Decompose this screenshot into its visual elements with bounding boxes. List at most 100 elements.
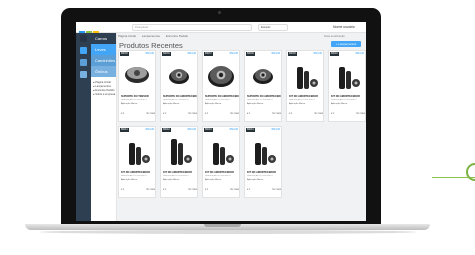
- product-code: 80041: [120, 128, 129, 132]
- view-more-link[interactable]: Ver mais: [272, 113, 281, 115]
- product-image[interactable]: [249, 57, 278, 93]
- product-description: DESCRIÇÃO DO PRODUTO: [289, 99, 315, 101]
- view-more-link[interactable]: Ver mais: [314, 113, 323, 115]
- favorite-icon[interactable]: ♥ 1: [247, 113, 250, 115]
- product-image[interactable]: [123, 57, 152, 93]
- product-image[interactable]: [333, 57, 362, 93]
- product-card[interactable]: 80037 R$ 0,00 SUPORTE DO AMORTECEDOR DESCRI…: [202, 50, 240, 122]
- card-footer: ♥ 1 Ver mais: [247, 189, 281, 191]
- view-more-link[interactable]: Ver mais: [188, 189, 197, 191]
- sidebar-link[interactable]: ● Encontre Pedido: [93, 89, 114, 92]
- product-card[interactable]: 80042 R$ 0,00 KIT DO AMORTECEDOR DESCRIÇÃO …: [160, 126, 198, 198]
- card-footer: ♥ 1 Ver mais: [163, 189, 197, 191]
- product-card[interactable]: 80036 R$ 0,00 SUPORTE DO AMORTECEDOR DESCRI…: [160, 50, 198, 122]
- sidebar-link[interactable]: ● Página Inicial: [93, 81, 111, 84]
- product-price: R$ 0,00: [145, 128, 154, 131]
- product-price: R$ 0,00: [271, 52, 280, 55]
- add-release-button[interactable]: + Lançamentos: [331, 41, 361, 47]
- product-image[interactable]: [165, 57, 194, 93]
- view-more-link[interactable]: Ver mais: [146, 113, 155, 115]
- product-price: R$ 0,00: [187, 52, 196, 55]
- product-image[interactable]: [291, 57, 320, 93]
- view-more-link[interactable]: Ver mais: [230, 189, 239, 191]
- product-title[interactable]: KIT DO AMORTECEDOR: [121, 171, 155, 174]
- product-image[interactable]: [207, 133, 236, 169]
- product-meta: Aplicação Marca: [247, 179, 264, 181]
- product-image[interactable]: [249, 133, 278, 169]
- truck-icon[interactable]: [80, 59, 87, 66]
- product-image[interactable]: [123, 133, 152, 169]
- product-title[interactable]: SUPORTE DO AMORTECEDOR: [163, 95, 197, 98]
- decorative-logo-icon: [466, 163, 475, 181]
- product-card[interactable]: 80035 R$ 0,00 SUPORTE DO TENSOR DESCRIÇÃO D…: [118, 50, 156, 122]
- laptop-notch: [204, 224, 241, 227]
- favorite-icon[interactable]: ♥ 1: [205, 189, 208, 191]
- breadcrumb-item[interactable]: Página Inicial: [118, 34, 136, 38]
- view-more-link[interactable]: Ver mais: [188, 113, 197, 115]
- card-footer: ♥ 1 Ver mais: [121, 189, 155, 191]
- product-image[interactable]: [207, 57, 236, 93]
- category-item[interactable]: Carros: [91, 33, 116, 44]
- card-header: 80040 R$ 0,00: [330, 52, 364, 56]
- card-header: 80036 R$ 0,00: [162, 52, 196, 56]
- product-image[interactable]: [165, 133, 194, 169]
- product-title[interactable]: KIT DO AMORTECEDOR: [205, 171, 239, 174]
- brand-logo[interactable]: [79, 24, 101, 55]
- view-more-link[interactable]: Ver mais: [230, 113, 239, 115]
- product-card[interactable]: 80038 R$ 0,00 SUPORTE DO AMORTECEDOR DESCRI…: [244, 50, 282, 122]
- category-item[interactable]: Caminhões: [91, 55, 116, 66]
- breadcrumb-item[interactable]: Lançamentos: [142, 34, 160, 38]
- car-icon[interactable]: [80, 35, 87, 42]
- favorite-icon[interactable]: ♥ 1: [289, 113, 292, 115]
- card-header: 80035 R$ 0,00: [120, 52, 154, 56]
- sidebar-link[interactable]: ● Lançamentos: [93, 85, 111, 88]
- light-vehicle-icon[interactable]: [80, 47, 87, 54]
- product-price: R$ 0,00: [271, 128, 280, 131]
- card-header: 80044 R$ 0,00: [246, 128, 280, 132]
- product-description: DESCRIÇÃO DO PRODUTO: [121, 175, 147, 177]
- product-card[interactable]: 80044 R$ 0,00 KIT DO AMORTECEDOR DESCRIÇÃO …: [244, 126, 282, 198]
- product-meta: Aplicação Marca: [289, 103, 306, 105]
- favorite-icon[interactable]: ♥ 1: [331, 113, 334, 115]
- product-card[interactable]: 80043 R$ 0,00 KIT DO AMORTECEDOR DESCRIÇÃO …: [202, 126, 240, 198]
- favorite-icon[interactable]: ♥ 1: [163, 113, 166, 115]
- favorite-icon[interactable]: ♥ 1: [247, 189, 250, 191]
- card-header: 80043 R$ 0,00: [204, 128, 238, 132]
- view-more-link[interactable]: Ver mais: [356, 113, 365, 115]
- category-item[interactable]: Ônibus: [91, 66, 116, 77]
- laptop-lid: Pesquisar Estado Nome usuário Carros Leve…: [61, 8, 381, 225]
- product-title[interactable]: SUPORTE DO AMORTECEDOR: [247, 95, 281, 98]
- card-footer: ♥ 1 Ver mais: [289, 113, 323, 115]
- favorite-icon[interactable]: ♥ 1: [205, 113, 208, 115]
- product-meta: Aplicação Marca: [163, 179, 180, 181]
- search-input[interactable]: Pesquisar: [132, 24, 252, 31]
- product-title[interactable]: SUPORTE DO AMORTECEDOR: [205, 95, 239, 98]
- product-meta: Aplicação Marca: [205, 179, 222, 181]
- product-card[interactable]: 80039 R$ 0,00 KIT DO AMORTECEDOR DESCRIÇÃO …: [286, 50, 324, 122]
- sidebar-link[interactable]: ● Sobre a empresa: [93, 93, 115, 96]
- favorite-icon[interactable]: ♥ 1: [121, 189, 124, 191]
- date-label: Data atualização: [324, 34, 345, 38]
- card-footer: ♥ 1 Ver mais: [205, 189, 239, 191]
- product-title[interactable]: KIT DO AMORTECEDOR: [331, 95, 365, 98]
- breadcrumb-item[interactable]: Encontre Pedido: [166, 34, 188, 38]
- favorite-icon[interactable]: ♥ 1: [163, 189, 166, 191]
- product-title[interactable]: KIT DO AMORTECEDOR: [289, 95, 323, 98]
- product-description: DESCRIÇÃO DO PRODUTO: [121, 99, 147, 101]
- product-code: 80037: [204, 52, 213, 56]
- view-more-link[interactable]: Ver mais: [272, 189, 281, 191]
- favorite-icon[interactable]: ♥ 1: [121, 113, 124, 115]
- product-card[interactable]: 80041 R$ 0,00 KIT DO AMORTECEDOR DESCRIÇÃO …: [118, 126, 156, 198]
- card-header: 80038 R$ 0,00: [246, 52, 280, 56]
- user-menu[interactable]: Nome usuário: [333, 24, 355, 30]
- state-select[interactable]: Estado: [258, 24, 288, 31]
- product-card[interactable]: 80040 R$ 0,00 KIT DO AMORTECEDOR DESCRIÇÃO …: [328, 50, 366, 122]
- product-title[interactable]: KIT DO AMORTECEDOR: [163, 171, 197, 174]
- category-item[interactable]: Leves: [91, 44, 116, 55]
- bus-icon[interactable]: [80, 71, 87, 78]
- product-title[interactable]: SUPORTE DO TENSOR: [121, 95, 155, 98]
- product-meta: Aplicação Marca: [121, 179, 138, 181]
- product-title[interactable]: KIT DO AMORTECEDOR: [247, 171, 281, 174]
- product-meta: Aplicação Marca: [163, 103, 180, 105]
- view-more-link[interactable]: Ver mais: [146, 189, 155, 191]
